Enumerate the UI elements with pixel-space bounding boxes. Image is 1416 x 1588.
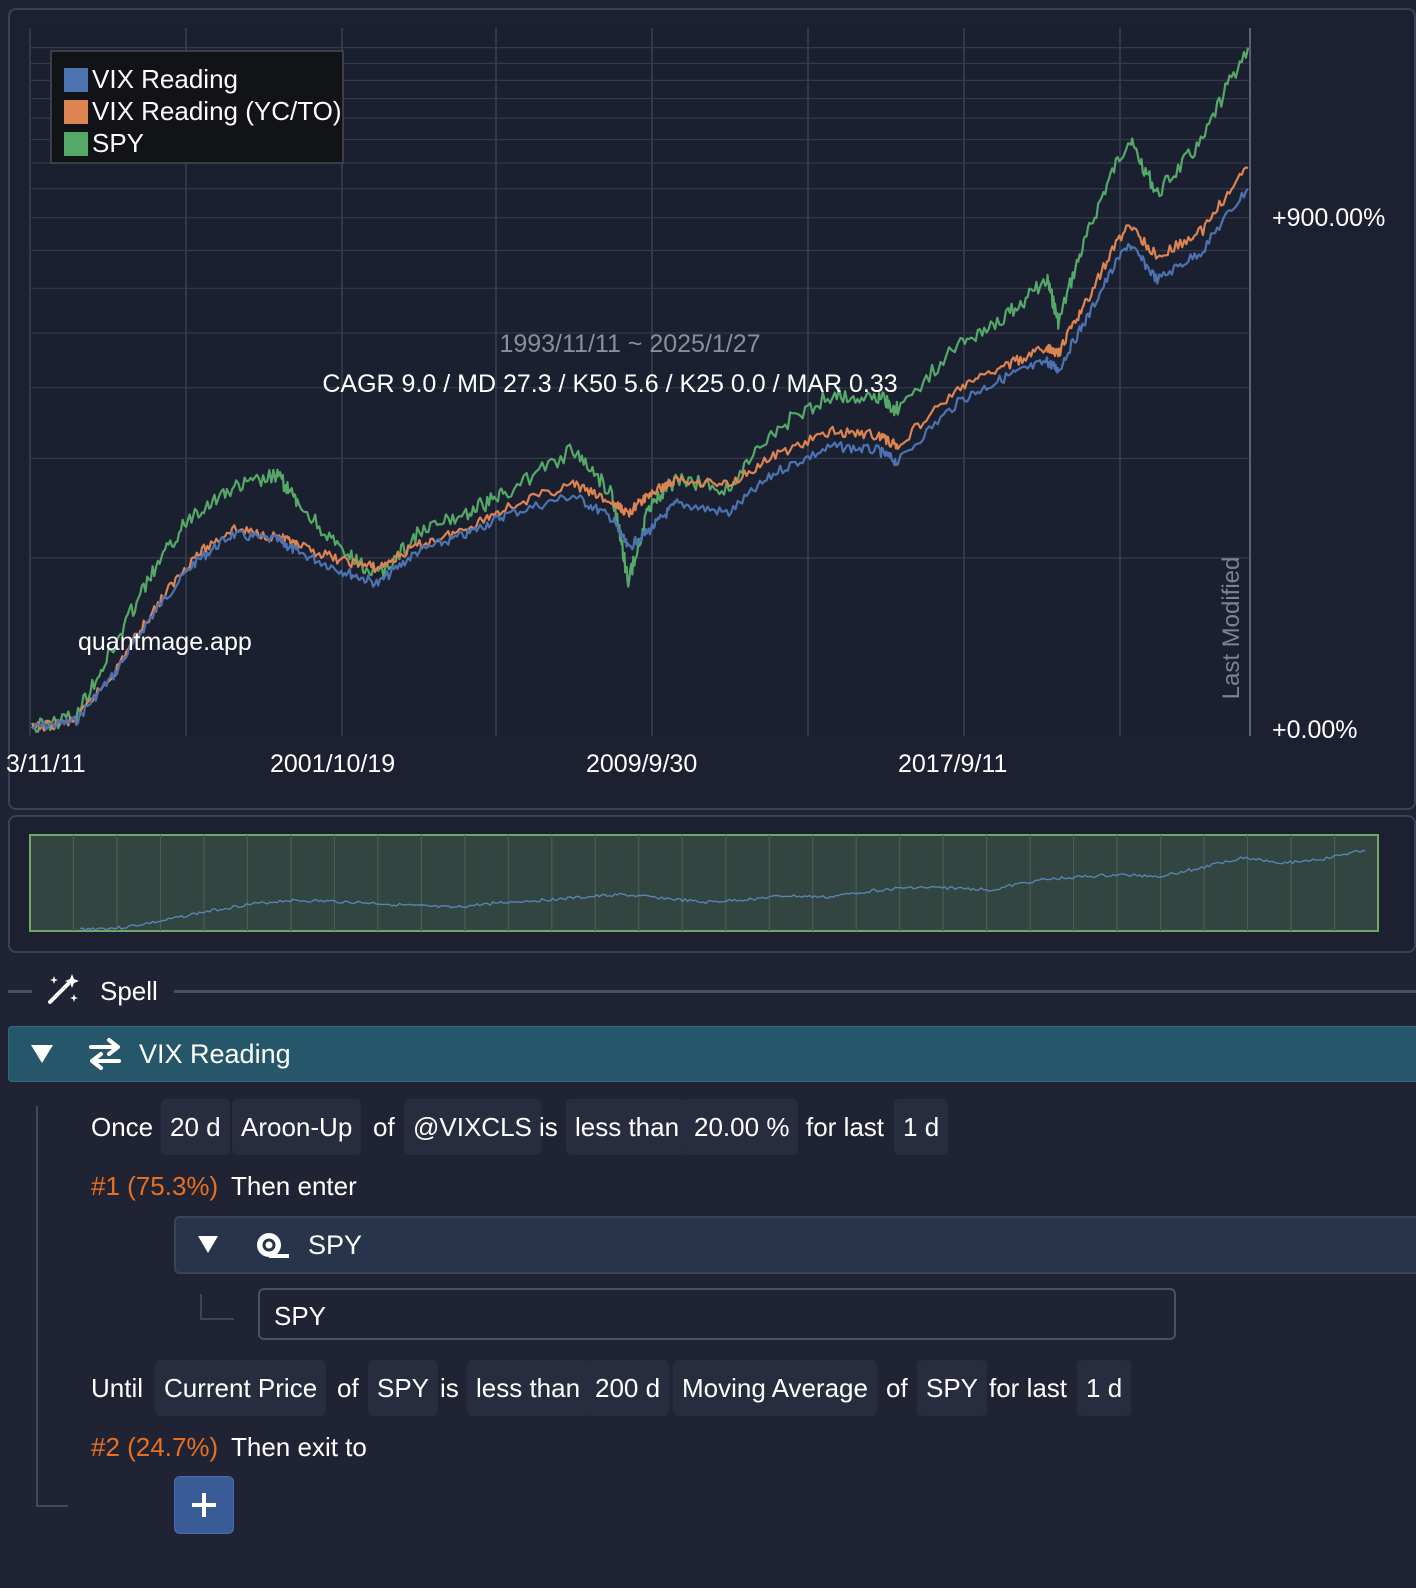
branch-action-label: Then exit to	[231, 1432, 367, 1462]
ticker-select[interactable]: @VIXCLS	[404, 1099, 541, 1155]
watermark: quantmage.app	[78, 628, 252, 656]
keyword-of: of	[886, 1373, 908, 1403]
navigator-range-selector[interactable]	[10, 817, 1414, 951]
last-modified-marker-label: Last Modified	[1218, 556, 1245, 700]
keyword-for-last: for last	[989, 1373, 1068, 1403]
lookback-period-field[interactable]: 20 d	[161, 1099, 230, 1155]
indicator-select[interactable]: Current Price	[155, 1360, 327, 1416]
strategy-node-header[interactable]: VIX Reading	[8, 1026, 1416, 1082]
x-axis-tick-label: 2017/9/11	[898, 750, 1008, 778]
date-range-label: 1993/11/11 ~ 2025/1/27	[499, 330, 761, 358]
asset-group-title: SPY	[308, 1230, 363, 1260]
y-axis-label-top: +900.00%	[1272, 204, 1386, 232]
tree-connector	[36, 1106, 38, 1506]
plus-icon	[192, 1493, 216, 1517]
comparator-select[interactable]: less than	[467, 1360, 590, 1416]
branch-weight-tag[interactable]: #2 (24.7%)	[91, 1419, 218, 1475]
keyword-is: is	[440, 1373, 459, 1403]
lookback-unit: d	[206, 1112, 221, 1142]
threshold-value: 20.00	[694, 1112, 760, 1142]
comparator-select[interactable]: less than	[566, 1099, 689, 1155]
spell-label: Spell	[100, 976, 158, 1006]
asset-group-header[interactable]: SPY	[174, 1216, 1416, 1274]
ticker-select[interactable]: SPY	[368, 1360, 439, 1416]
legend-item-spy[interactable]: SPY	[64, 128, 145, 158]
divider-line	[174, 990, 1416, 993]
asset-ticker-input[interactable]: SPY	[258, 1288, 1176, 1340]
strategy-node-title: VIX Reading	[139, 1039, 291, 1069]
x-axis-tick-label: 2001/10/19	[270, 750, 396, 778]
legend-label: VIX Reading (YC/TO)	[92, 96, 342, 126]
x-axis-tick-label: 2009/9/30	[586, 750, 698, 778]
duration-value: 1	[903, 1112, 918, 1142]
duration-value: 1	[1086, 1373, 1101, 1403]
keyword-until: Until	[91, 1373, 144, 1403]
lookback-value: 20	[170, 1112, 199, 1142]
tree-connector	[200, 1294, 234, 1320]
lookback-value: 200	[595, 1373, 639, 1403]
asset-coin-icon	[257, 1233, 289, 1258]
duration-field[interactable]: 1 d	[894, 1099, 949, 1155]
stats-summary: CAGR 9.0 / MD 27.3 / K50 5.6 / K25 0.0 /…	[322, 370, 898, 398]
add-node-button[interactable]	[174, 1476, 234, 1534]
legend-swatch-spy	[64, 132, 88, 156]
legend-item-vix-reading-yc-to[interactable]: VIX Reading (YC/TO)	[64, 96, 342, 126]
legend-item-vix-reading[interactable]: VIX Reading	[64, 64, 238, 94]
lookback-period-field[interactable]: 200 d	[586, 1360, 670, 1416]
duration-unit: d	[924, 1112, 940, 1142]
ticker-select[interactable]: SPY	[917, 1360, 988, 1416]
legend-swatch-vix-reading	[64, 68, 88, 92]
indicator-select[interactable]: Moving Average	[673, 1360, 877, 1416]
threshold-unit: %	[766, 1112, 790, 1142]
keyword-of: of	[373, 1112, 395, 1142]
threshold-field[interactable]: 20.00 %	[685, 1099, 799, 1155]
legend-label: SPY	[92, 128, 145, 158]
navigator-selection[interactable]	[29, 834, 1379, 932]
divider-line	[8, 990, 32, 993]
magic-wand-icon	[48, 974, 79, 1004]
branch-action-label: Then enter	[231, 1171, 357, 1201]
keyword-is: is	[539, 1112, 558, 1142]
collapse-triangle-icon[interactable]	[196, 1232, 220, 1256]
keyword-once: Once	[91, 1112, 154, 1142]
tree-connector	[36, 1505, 68, 1507]
keyword-of: of	[337, 1373, 359, 1403]
legend-label: VIX Reading	[92, 64, 238, 94]
chart-legend: VIX Reading VIX Reading (YC/TO) SPY	[50, 50, 344, 164]
lookback-unit: d	[645, 1373, 661, 1403]
keyword-for-last: for last	[806, 1112, 885, 1142]
duration-unit: d	[1107, 1373, 1123, 1403]
indicator-select[interactable]: Aroon-Up	[232, 1099, 362, 1155]
swap-arrows-icon	[89, 1038, 121, 1070]
branch-weight-tag[interactable]: #1 (75.3%)	[91, 1158, 218, 1214]
y-axis-label-bottom: +0.00%	[1272, 716, 1358, 744]
legend-swatch-vix-reading-yc-to	[64, 100, 88, 124]
duration-field[interactable]: 1 d	[1077, 1360, 1132, 1416]
spell-divider: Spell	[8, 968, 1416, 1012]
performance-chart-panel: VIX Reading VIX Reading (YC/TO) SPY 1993…	[6, 8, 1416, 810]
x-axis-tick-label: 3/11/11	[6, 750, 86, 778]
navigator-panel	[8, 815, 1416, 953]
collapse-triangle-icon[interactable]	[29, 1041, 55, 1067]
